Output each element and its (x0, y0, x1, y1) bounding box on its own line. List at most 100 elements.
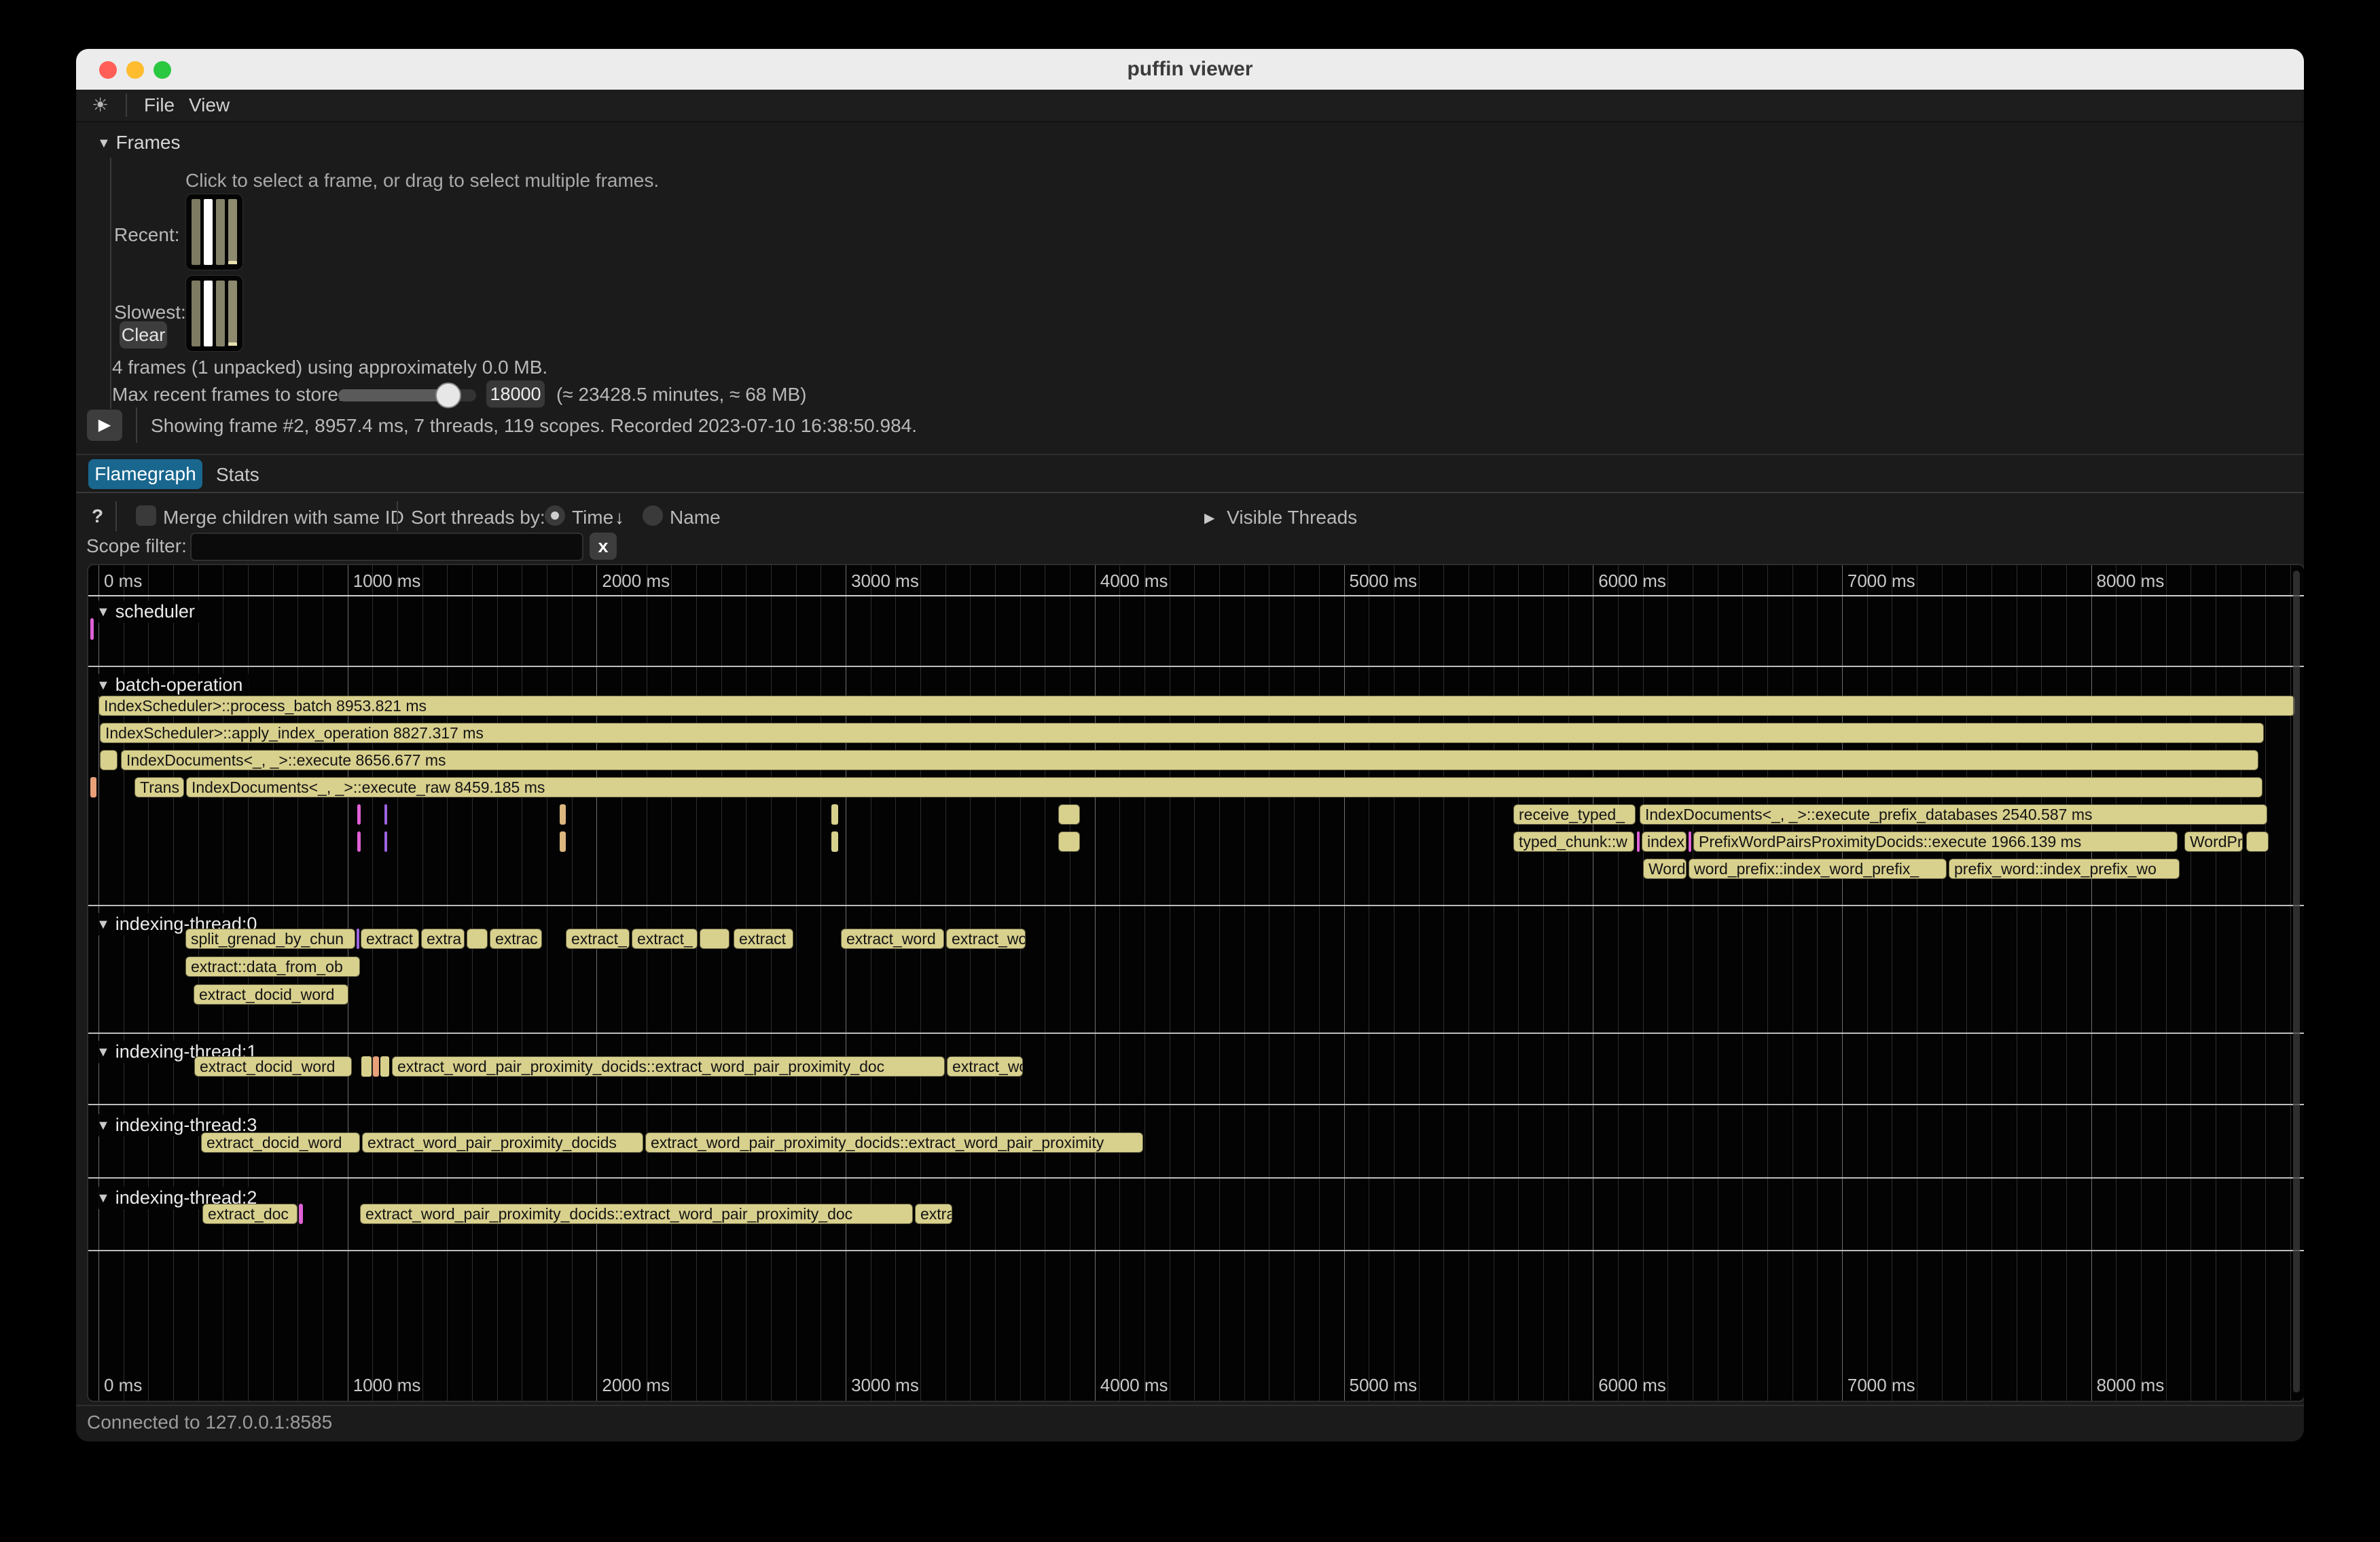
frame-bar[interactable] (204, 281, 213, 346)
scope-bar[interactable]: extract_doc (202, 1204, 298, 1224)
scope-bar[interactable] (357, 929, 359, 949)
scope-bar[interactable]: extract_docid_word (201, 1132, 360, 1153)
gridline-minor (2265, 565, 2266, 1401)
scope-bar[interactable] (384, 804, 387, 825)
sort-time-radio[interactable] (545, 505, 565, 526)
menu-file[interactable]: File (144, 90, 175, 121)
scope-bar[interactable] (467, 929, 488, 949)
scope-bar[interactable]: extract::data_from_ob (185, 956, 360, 977)
scope-bar[interactable] (384, 831, 387, 852)
scope-bar[interactable]: extract_ (632, 929, 698, 949)
collapse-triangle-icon: ▼ (96, 1045, 110, 1060)
max-frames-value[interactable]: 18000 (486, 380, 545, 408)
recent-frames-thumbnail[interactable] (185, 194, 243, 270)
scope-bar[interactable] (2246, 831, 2269, 852)
scope-bar[interactable] (700, 929, 729, 949)
scope-bar[interactable]: extract_wo (947, 1056, 1023, 1077)
gridline-minor (970, 565, 971, 1401)
play-button[interactable]: ▶ (87, 410, 122, 441)
visible-threads-label: Visible Threads (1227, 507, 1357, 528)
thread-header-batch-operation[interactable]: ▼batch-operation (94, 674, 249, 696)
scope-bar[interactable] (1637, 831, 1640, 852)
visible-threads-collapsible[interactable]: ▶ Visible Threads (1204, 507, 1357, 528)
scope-bar[interactable]: Word (1643, 859, 1687, 879)
sort-direction-icon[interactable]: ↓ (615, 507, 624, 528)
scope-bar[interactable] (373, 1056, 379, 1077)
scope-bar[interactable]: WordPr (2184, 831, 2243, 852)
scope-bar[interactable] (560, 804, 566, 825)
frame-bar[interactable] (216, 281, 225, 346)
sort-name-radio[interactable] (643, 505, 663, 526)
help-button[interactable]: ? (92, 505, 103, 527)
scope-bar[interactable] (831, 831, 838, 852)
scope-bar[interactable] (560, 831, 566, 852)
frame-bar[interactable] (228, 281, 237, 342)
scope-bar[interactable] (831, 804, 838, 825)
clear-button[interactable]: Clear (120, 321, 167, 348)
frame-bar[interactable] (204, 199, 213, 265)
scope-bar[interactable] (1689, 831, 1691, 852)
tab-stats[interactable]: Stats (216, 464, 259, 486)
scope-bar[interactable] (361, 1056, 372, 1077)
scope-bar[interactable] (90, 777, 96, 797)
scope-bar[interactable]: extract_word_pair_proximity_docids::extr… (360, 1204, 913, 1224)
scope-bar[interactable]: extract_ (566, 929, 630, 949)
scope-bar[interactable] (100, 750, 118, 770)
scope-bar[interactable]: extract_docid_word (194, 984, 348, 1005)
scope-bar[interactable]: split_grenad_by_chun (185, 929, 355, 949)
frame-bar-tip (228, 342, 237, 346)
scope-bar[interactable]: typed_chunk::w (1513, 831, 1634, 852)
menu-view[interactable]: View (189, 90, 230, 121)
scope-bar[interactable]: extract_docid_word (194, 1056, 352, 1077)
scope-bar[interactable]: PrefixWordPairsProximityDocids::execute … (1693, 831, 2178, 852)
scope-bar[interactable]: prefix_word::index_prefix_wo (1949, 859, 2180, 879)
axis-tick-label-top: 0 ms (104, 571, 142, 592)
scope-bar[interactable]: IndexScheduler>::process_batch 8953.821 … (98, 696, 2295, 716)
scope-bar[interactable]: extract_word_pair_proximity_docids::extr… (645, 1132, 1143, 1153)
scope-filter-clear-button[interactable]: x (590, 533, 617, 560)
scope-bar[interactable] (1058, 831, 1080, 852)
frames-collapsible-header[interactable]: ▼ Frames (97, 132, 180, 154)
scope-bar[interactable]: index (1642, 831, 1687, 852)
scope-bar[interactable] (357, 804, 361, 825)
thread-name: scheduler (115, 601, 195, 622)
scope-bar[interactable]: extra (421, 929, 465, 949)
scope-filter-input[interactable] (190, 533, 583, 561)
thread-header-scheduler[interactable]: ▼scheduler (94, 600, 202, 623)
scope-bar[interactable] (1058, 804, 1080, 825)
gridline-minor (1667, 565, 1668, 1401)
scope-bar[interactable]: IndexDocuments<_, _>::execute_prefix_dat… (1640, 804, 2267, 825)
scope-bar[interactable]: receive_typed_ (1513, 804, 1636, 825)
tab-flamegraph[interactable]: Flamegraph (88, 459, 202, 489)
scope-bar[interactable]: extract_wo (946, 929, 1026, 949)
scope-bar[interactable]: extract_word_pair_proximity_docids (362, 1132, 643, 1153)
scope-bar[interactable]: extract (734, 929, 793, 949)
scope-bar[interactable]: word_prefix::index_word_prefix_ (1689, 859, 1947, 879)
scope-bar[interactable] (299, 1204, 303, 1224)
scope-bar[interactable] (357, 831, 361, 852)
flamegraph-canvas[interactable]: 0 ms0 ms1000 ms1000 ms2000 ms2000 ms3000… (87, 564, 2304, 1402)
scrollbar[interactable] (2293, 571, 2300, 1393)
scope-bar[interactable]: extract (361, 929, 419, 949)
scope-bar[interactable]: extract_word (841, 929, 944, 949)
scope-bar[interactable]: extrac (915, 1204, 952, 1224)
scope-bar[interactable]: IndexDocuments<_, _>::execute 8656.677 m… (121, 750, 2258, 770)
theme-sun-icon[interactable]: ☀ (92, 90, 109, 121)
slider-knob[interactable] (435, 382, 461, 408)
frame-bar[interactable] (228, 199, 237, 261)
frame-bar[interactable] (216, 199, 225, 265)
scope-bar[interactable]: IndexScheduler>::apply_index_operation 8… (100, 723, 2264, 743)
axis-tick-label-bottom: 7000 ms (1847, 1375, 1915, 1396)
scope-bar[interactable] (380, 1056, 389, 1077)
scope-bar[interactable]: Trans (134, 777, 184, 797)
scope-bar[interactable]: extrac (490, 929, 542, 949)
slowest-frames-thumbnail[interactable] (185, 275, 243, 352)
frames-info: 4 frames (1 unpacked) using approximatel… (112, 357, 547, 378)
scope-bar[interactable]: extract_word_pair_proximity_docids::extr… (392, 1056, 945, 1077)
scope-bar[interactable] (90, 618, 94, 640)
scope-bar[interactable]: IndexDocuments<_, _>::execute_raw 8459.1… (186, 777, 2262, 797)
axis-separator (88, 595, 2304, 596)
frame-bar[interactable] (192, 199, 200, 265)
merge-children-checkbox[interactable] (136, 505, 156, 526)
frame-bar[interactable] (192, 281, 200, 346)
